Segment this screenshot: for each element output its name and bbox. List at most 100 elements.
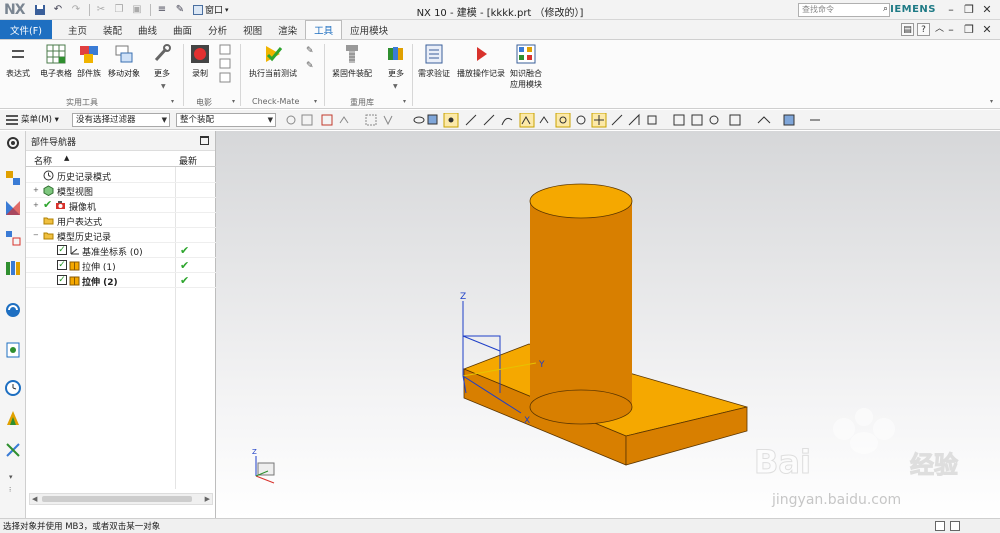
redo-icon[interactable]: ↷	[68, 2, 84, 18]
tab-tools[interactable]: 工具	[305, 20, 343, 39]
expand-icon[interactable]: +	[33, 201, 39, 209]
movie-small-icons[interactable]	[219, 44, 231, 84]
selection-scope-dropdown[interactable]: 整个装配 ▼	[176, 113, 276, 127]
cut-icon[interactable]: ✂	[93, 2, 109, 18]
copy-icon[interactable]: ❐	[111, 2, 127, 18]
siemens-logo: SIEMENS	[882, 4, 936, 15]
column-name[interactable]: 名称	[34, 154, 52, 167]
play-icon	[477, 47, 487, 61]
reuse-library-icon[interactable]	[4, 259, 22, 277]
up-to-date-icon: ✔	[180, 274, 190, 287]
cylinder[interactable]	[529, 183, 633, 425]
tree-row-model-history[interactable]: − 模型历史记录	[26, 228, 216, 243]
column-latest[interactable]: 最新	[179, 154, 197, 167]
minimize-button[interactable]: –	[942, 2, 960, 17]
ribbon-options-icon[interactable]: ▾	[990, 98, 993, 105]
tree-row-extrude-2[interactable]: ✓ 拉伸 (2) ✔	[26, 273, 216, 288]
more-dropdown-icon[interactable]: ▼	[161, 83, 166, 90]
group-movie-menu-icon[interactable]: ▾	[232, 98, 235, 105]
undo-icon[interactable]: ↶	[50, 2, 66, 18]
status-icon-1[interactable]	[935, 521, 945, 531]
record-button[interactable]: 录制	[189, 43, 211, 79]
web-browser-icon[interactable]	[4, 301, 22, 319]
part-navigator-icon[interactable]	[4, 229, 22, 247]
doc-minimize-button[interactable]: –	[942, 22, 960, 37]
scroll-right-icon[interactable]: ▶	[205, 495, 210, 503]
group-reuse-menu-icon[interactable]: ▾	[403, 98, 406, 105]
move-object-button[interactable]: 移动对象	[108, 43, 140, 79]
graphics-window[interactable]: Z Y X Z Bai 经验 jingyan.baidu.com	[216, 131, 1000, 518]
tree-row-user-expressions[interactable]: 用户表达式	[26, 213, 216, 228]
spreadsheet-button[interactable]: 电子表格	[40, 43, 72, 79]
paste-icon[interactable]: ▣	[129, 2, 145, 18]
menu-button[interactable]: 菜单(M) ▾	[21, 113, 59, 125]
tab-assemblies[interactable]: 装配	[95, 20, 130, 39]
clock-icon[interactable]	[4, 379, 22, 397]
save-icon[interactable]	[32, 2, 48, 18]
resource-toggle-icon[interactable]: ▤	[901, 23, 914, 36]
tab-home[interactable]: 主页	[60, 20, 95, 39]
collapse-icon[interactable]: −	[33, 231, 39, 239]
checkmate-small-icons[interactable]: ✎✎	[305, 44, 317, 84]
touch-mode-icon[interactable]: ✎	[172, 2, 188, 18]
doc-close-button[interactable]: ✕	[978, 22, 996, 37]
close-button[interactable]: ✕	[978, 2, 996, 17]
file-menu[interactable]: 文件(F)	[0, 20, 52, 39]
part-family-button[interactable]: 部件族	[77, 43, 101, 79]
menu-icon[interactable]	[6, 115, 18, 126]
more-reuse-button[interactable]: 更多	[385, 43, 407, 79]
assembly-navigator-icon[interactable]	[4, 169, 22, 187]
horizontal-scrollbar[interactable]: ◀ ▶	[29, 493, 213, 505]
requirements-validation-button[interactable]: 需求验证	[418, 43, 450, 79]
sort-ascending-icon[interactable]: ▲	[64, 154, 69, 162]
tree-row-model-views[interactable]: + 模型视图	[26, 183, 216, 198]
tab-render[interactable]: 渲染	[270, 20, 305, 39]
playback-journal-button[interactable]: 播放操作记录	[457, 43, 505, 79]
group-checkmate-menu-icon[interactable]: ▾	[314, 98, 317, 105]
tree-row-extrude-1[interactable]: ✓ 拉伸 (1) ✔	[26, 258, 216, 273]
visibility-checkbox[interactable]: ✓	[57, 260, 67, 270]
visibility-checkbox[interactable]: ✓	[57, 245, 67, 255]
maximize-icon[interactable]	[200, 136, 209, 145]
more-utilities-button[interactable]: 更多	[151, 43, 173, 79]
model-viewport[interactable]: Z Y X Z Bai 经验 jingyan.baidu.com	[216, 131, 1000, 518]
more-reuse-dropdown-icon[interactable]: ▼	[393, 83, 398, 90]
search-icon[interactable]: ⌕	[883, 4, 888, 14]
tab-view[interactable]: 视图	[235, 20, 270, 39]
history-palette-icon[interactable]	[4, 341, 22, 359]
window-menu[interactable]: 窗口 ▾	[190, 3, 232, 16]
resource-more-icon[interactable]: ⁝	[9, 486, 11, 494]
visibility-checkbox[interactable]: ✓	[57, 275, 67, 285]
tree-row-history-mode[interactable]: 历史记录模式	[26, 168, 216, 183]
scroll-left-icon[interactable]: ◀	[32, 495, 37, 503]
help-icon[interactable]: ?	[917, 23, 930, 36]
tree-row-cameras[interactable]: + ✔ 摄像机	[26, 198, 216, 213]
tab-analysis[interactable]: 分析	[200, 20, 235, 39]
doc-restore-button[interactable]: ❐	[960, 22, 978, 37]
tab-surface[interactable]: 曲面	[165, 20, 200, 39]
knowledge-fusion-button[interactable]: 知识融合 应用模块	[510, 43, 542, 90]
repeat-command-icon[interactable]: ≡	[154, 2, 170, 18]
tab-curve[interactable]: 曲线	[130, 20, 165, 39]
resource-scroll-icon[interactable]: ▾	[9, 473, 13, 481]
tree-row-datum-csys[interactable]: ✓ 基准坐标系 (0) ✔	[26, 243, 216, 258]
constraint-navigator-icon[interactable]	[4, 199, 22, 217]
tab-application[interactable]: 应用模块	[342, 20, 396, 39]
axis-y-label: Y	[538, 360, 545, 370]
settings-gear-icon[interactable]	[4, 134, 22, 152]
resource-bar: ▾ ⁝	[0, 131, 26, 518]
axis-z-label: Z	[460, 292, 466, 302]
wrench-icon	[154, 44, 171, 62]
expression-button[interactable]: 表达式	[6, 43, 30, 79]
command-search-input[interactable]: 查找命令	[798, 3, 890, 17]
restore-button[interactable]: ❐	[960, 2, 978, 17]
fastener-assembly-button[interactable]: 紧固件装配	[332, 43, 372, 79]
group-utilities-menu-icon[interactable]: ▾	[171, 98, 174, 105]
expand-icon[interactable]: +	[33, 186, 39, 194]
selection-filter-dropdown[interactable]: 没有选择过滤器 ▼	[72, 113, 170, 127]
system-scene-icon[interactable]	[4, 441, 22, 459]
snap-toolbar-icons[interactable]	[284, 113, 844, 128]
status-icon-2[interactable]	[950, 521, 960, 531]
run-current-test-button[interactable]: 执行当前测试	[249, 43, 297, 79]
role-icon[interactable]	[4, 409, 22, 427]
